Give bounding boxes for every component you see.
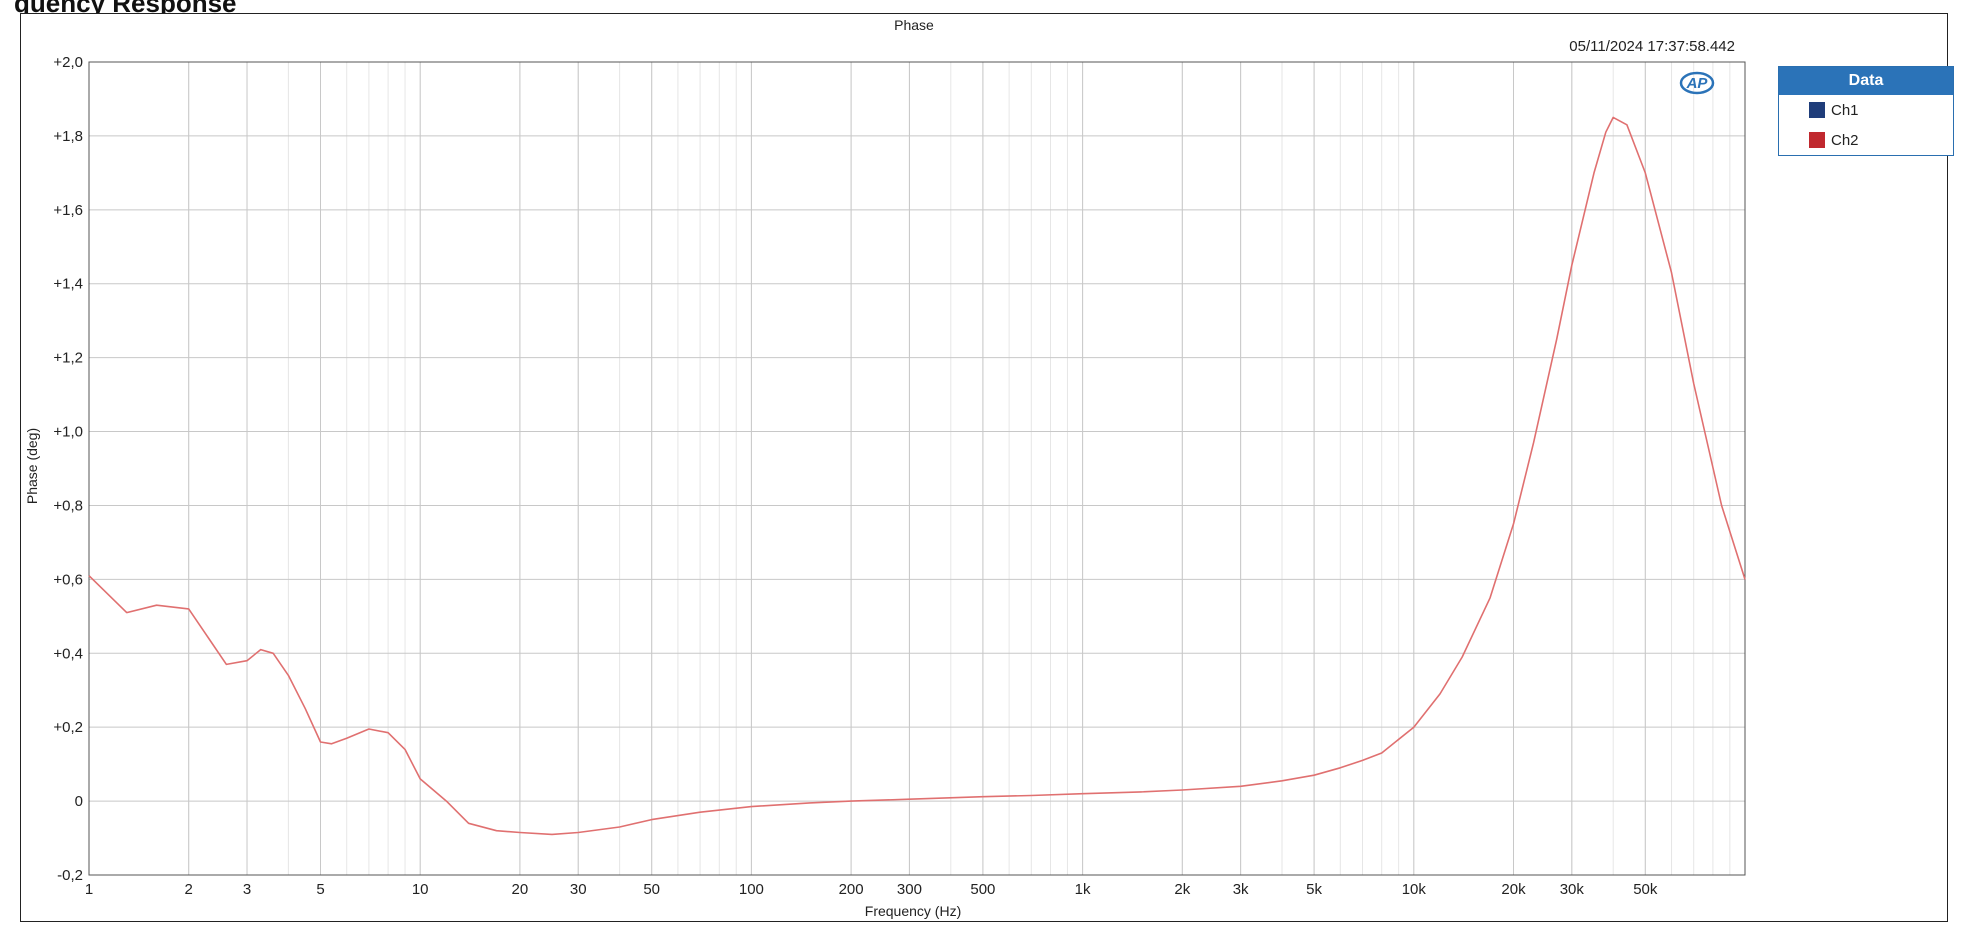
y-axis-label: Phase (deg) bbox=[24, 428, 40, 504]
y-tick-label: 0 bbox=[75, 793, 83, 810]
x-tick-label: 30k bbox=[1560, 881, 1585, 898]
x-tick-label: 10 bbox=[412, 881, 429, 898]
y-tick-label: +0,6 bbox=[53, 571, 83, 588]
y-tick-label: +1,8 bbox=[53, 128, 83, 145]
y-tick-label: +0,4 bbox=[53, 645, 83, 662]
x-tick-label: 3 bbox=[243, 881, 251, 898]
y-tick-label: +1,2 bbox=[53, 350, 83, 367]
legend-swatch-ch1 bbox=[1809, 102, 1825, 118]
chart-frame: 1 2 3 5 10 20 30 50 100 200 300 500 1k 2k 3k 5k 10k 20k 30… bbox=[20, 13, 1948, 922]
y-tick-label: -0,2 bbox=[57, 867, 83, 884]
x-tick-label: 50 bbox=[643, 881, 660, 898]
x-tick-label: 20 bbox=[512, 881, 529, 898]
y-tick-label: +0,8 bbox=[53, 497, 83, 514]
x-tick-label: 3k bbox=[1233, 881, 1249, 898]
phase-chart: 1 2 3 5 10 20 30 50 100 200 300 500 1k 2k 3k 5k 10k 20k 30… bbox=[24, 17, 1746, 919]
x-tick-label: 20k bbox=[1501, 881, 1526, 898]
ap-logo-icon: AP bbox=[1679, 71, 1715, 95]
legend: Data Ch1 Ch2 bbox=[1778, 66, 1954, 156]
chart-timestamp: 05/11/2024 17:37:58.442 bbox=[1569, 38, 1735, 55]
x-tick-label: 1k bbox=[1075, 881, 1091, 898]
chart-title: Phase bbox=[894, 17, 934, 33]
x-tick-label: 2k bbox=[1174, 881, 1190, 898]
legend-swatch-ch2 bbox=[1809, 132, 1825, 148]
x-tick-label: 2 bbox=[185, 881, 193, 898]
x-tick-label: 5k bbox=[1306, 881, 1322, 898]
x-tick-label: 10k bbox=[1402, 881, 1427, 898]
y-tick-label: +1,0 bbox=[53, 424, 83, 441]
x-axis-label: Frequency (Hz) bbox=[865, 903, 961, 919]
y-tick-label: +1,4 bbox=[53, 276, 83, 293]
y-tick-label: +0,2 bbox=[53, 719, 83, 736]
legend-item-ch2[interactable]: Ch2 bbox=[1779, 125, 1953, 155]
legend-item-ch1[interactable]: Ch1 bbox=[1779, 95, 1953, 125]
legend-label-ch2: Ch2 bbox=[1831, 131, 1859, 149]
x-tick-label: 100 bbox=[739, 881, 764, 898]
x-tick-label: 200 bbox=[839, 881, 864, 898]
plot-area-border bbox=[88, 61, 1746, 876]
svg-text:AP: AP bbox=[1686, 75, 1709, 92]
x-tick-label: 5 bbox=[316, 881, 324, 898]
x-tick-label: 50k bbox=[1633, 881, 1658, 898]
x-tick-label: 500 bbox=[970, 881, 995, 898]
axis-layer: 1 2 3 5 10 20 30 50 100 200 300 500 1k 2k 3k 5k 10k 20k 30… bbox=[53, 54, 1746, 898]
x-tick-label: 1 bbox=[85, 881, 93, 898]
legend-label-ch1: Ch1 bbox=[1831, 101, 1859, 119]
x-tick-label: 30 bbox=[570, 881, 587, 898]
y-tick-label: +2,0 bbox=[53, 54, 83, 71]
grid-layer bbox=[88, 61, 1745, 876]
x-tick-label: 300 bbox=[897, 881, 922, 898]
legend-header: Data bbox=[1779, 67, 1953, 95]
y-tick-label: +1,6 bbox=[53, 202, 83, 219]
